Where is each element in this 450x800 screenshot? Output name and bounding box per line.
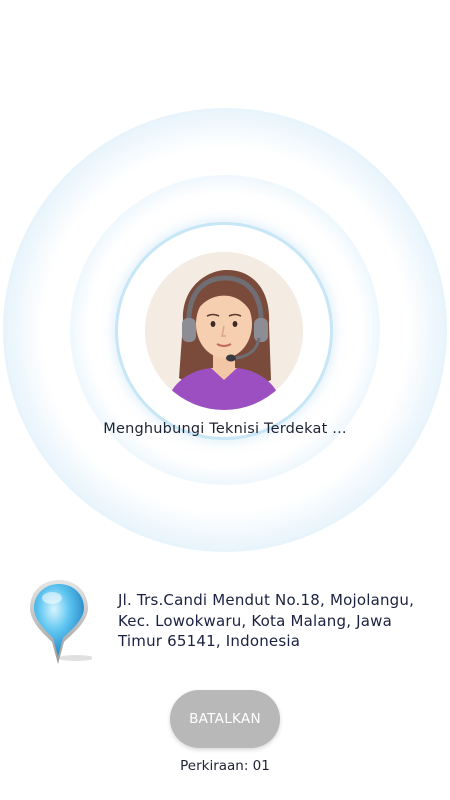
cancel-button[interactable]: BATALKAN (170, 690, 280, 748)
address-text: Jl. Trs.Candi Mendut No.18, Mojolangu, K… (118, 591, 415, 650)
estimate-text: Perkiraan: 01 (180, 758, 270, 774)
customer-service-agent-icon (145, 252, 303, 410)
technician-search-screen: Menghubungi Teknisi Terdekat ... Jl. Trs… (0, 0, 450, 800)
connecting-status-text: Menghubungi Teknisi Terdekat ... (103, 421, 347, 437)
map-pin-icon (28, 578, 94, 666)
